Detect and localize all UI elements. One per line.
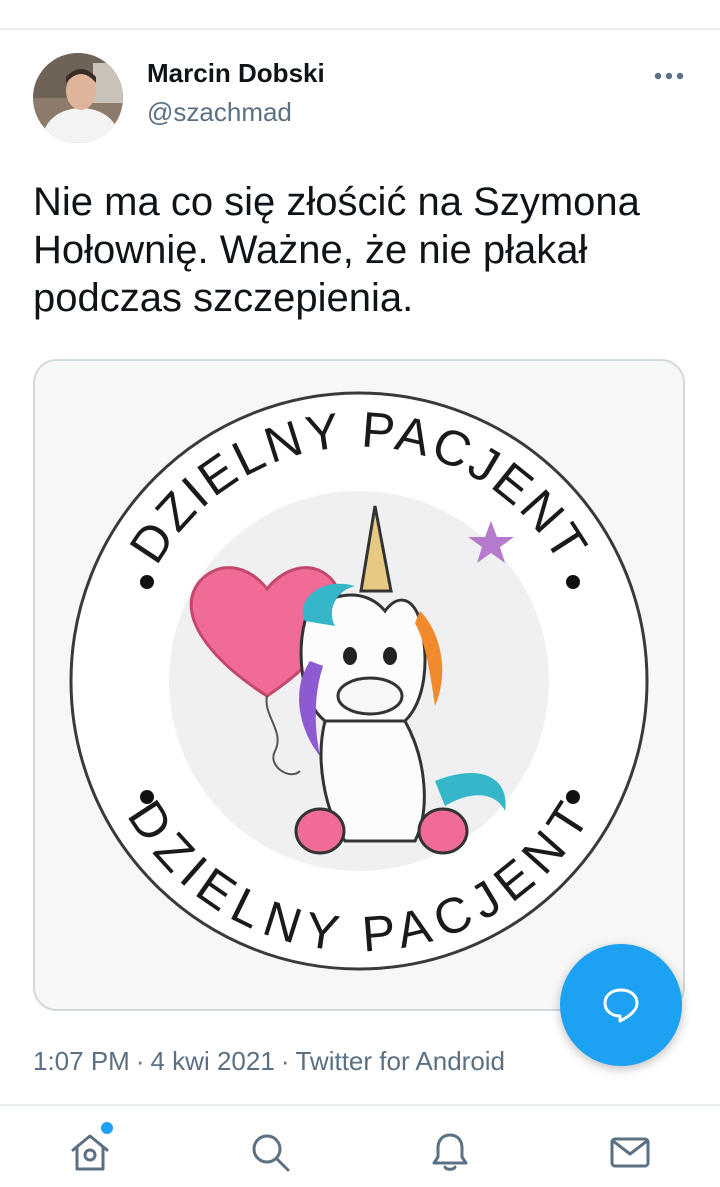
nav-search[interactable] [240, 1122, 300, 1182]
home-notification-dot [101, 1122, 113, 1134]
more-options-button[interactable] [644, 58, 694, 94]
more-horizontal-icon [654, 72, 684, 80]
top-divider [0, 28, 720, 30]
author-handle[interactable]: @szachmad [147, 97, 292, 128]
home-icon [71, 1134, 109, 1171]
tweet-text: Nie ma co się złościć na Szymona Hołowni… [33, 180, 640, 320]
meta-separator: · [135, 1046, 145, 1076]
search-icon [252, 1134, 290, 1172]
tweet-date[interactable]: 4 kwi 2021 [151, 1046, 275, 1076]
avatar[interactable] [33, 53, 123, 143]
nav-messages[interactable] [600, 1122, 660, 1182]
badge-dot [140, 575, 154, 589]
tweet-media[interactable]: DZIELNY PACJENT DZIELNY PACJENT [33, 359, 685, 1011]
compose-button[interactable] [560, 944, 682, 1066]
badge-dot [566, 575, 580, 589]
tweet-time[interactable]: 1:07 PM [33, 1046, 130, 1076]
mail-icon [610, 1137, 650, 1168]
speech-bubble-icon [603, 988, 639, 1023]
tweet-meta: 1:07 PM · 4 kwi 2021 · Twitter for Android [33, 1046, 505, 1077]
meta-separator: · [280, 1046, 290, 1076]
bottom-nav [0, 1106, 720, 1187]
nav-notifications[interactable] [420, 1122, 480, 1182]
tweet-source[interactable]: Twitter for Android [295, 1046, 505, 1076]
dzielny-pacjent-badge: DZIELNY PACJENT DZIELNY PACJENT [35, 361, 683, 1009]
bell-icon [432, 1133, 468, 1171]
author-name[interactable]: Marcin Dobski [147, 58, 325, 89]
avatar-photo [33, 53, 123, 143]
